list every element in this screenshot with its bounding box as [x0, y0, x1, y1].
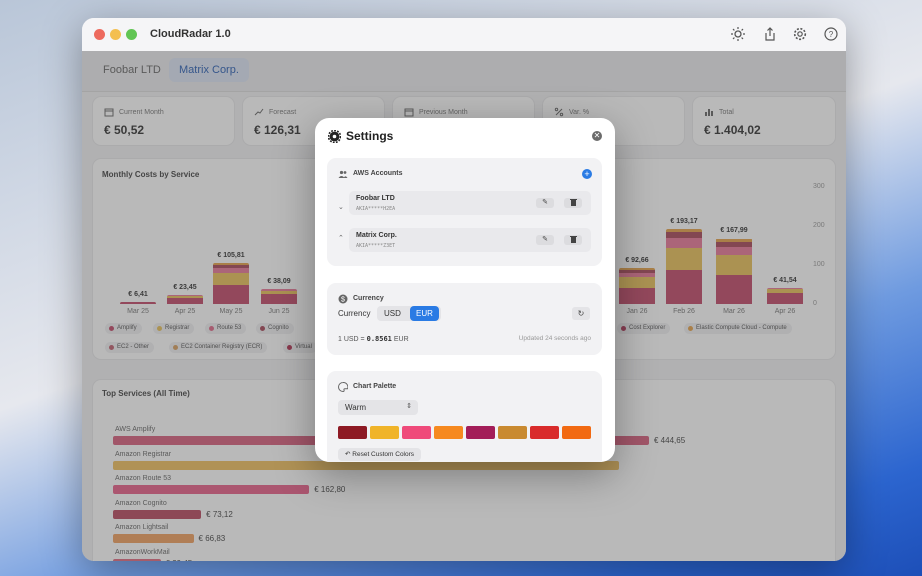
currency-label: Currency	[338, 309, 371, 318]
chevron-up-down-icon: ⇕	[406, 403, 412, 410]
svg-text:?: ?	[829, 30, 834, 39]
app-title: CloudRadar 1.0	[150, 28, 231, 40]
settings-dialog: Settings ✕ AWS Accounts + ⌄ Foobar LTD A…	[315, 118, 615, 462]
help-icon[interactable]: ?	[823, 26, 839, 42]
palette-select[interactable]: Warm ⇕	[338, 400, 418, 415]
trash-icon	[569, 199, 577, 206]
users-icon	[338, 170, 348, 178]
palette-icon	[338, 382, 348, 392]
reset-custom-colors-button[interactable]: ↶ Reset Custom Colors	[338, 448, 422, 461]
share-icon[interactable]	[762, 26, 778, 42]
settings-title: Settings	[346, 129, 394, 143]
currency-icon: $	[338, 294, 348, 304]
minimize-window-button[interactable]	[110, 29, 121, 40]
chart-palette-title: Chart Palette	[353, 383, 397, 390]
currency-option-usd[interactable]: USD	[378, 306, 407, 321]
edit-account-button[interactable]: ✎	[536, 235, 554, 245]
account-key: AKIA*****H2EA	[356, 206, 396, 212]
chart-palette-section: Chart Palette Warm ⇕ ↶ Reset Custom Colo…	[327, 371, 602, 462]
gear-icon	[328, 130, 341, 143]
rate-prefix: 1 USD =	[338, 336, 365, 343]
palette-select-value: Warm	[345, 403, 367, 412]
palette-swatch[interactable]	[434, 426, 463, 439]
palette-swatch[interactable]	[466, 426, 495, 439]
add-account-button[interactable]: +	[582, 169, 592, 179]
delete-account-button[interactable]	[564, 198, 582, 208]
account-row-foobar[interactable]: Foobar LTD AKIA*****H2EA ✎	[349, 191, 591, 215]
edit-account-button[interactable]: ✎	[536, 198, 554, 208]
refresh-rate-button[interactable]: ↻	[572, 307, 590, 320]
svg-text:$: $	[341, 297, 345, 304]
palette-swatch[interactable]	[402, 426, 431, 439]
account-name: Foobar LTD	[356, 195, 395, 202]
delete-account-button[interactable]	[564, 235, 582, 245]
gear-icon[interactable]	[792, 26, 808, 42]
refresh-icon: ↻	[577, 309, 585, 318]
palette-swatch[interactable]	[562, 426, 591, 439]
palette-swatch[interactable]	[370, 426, 399, 439]
account-key: AKIA*****Z3ET	[356, 243, 396, 249]
rate-unit: EUR	[393, 336, 409, 343]
chevron-up-icon[interactable]: ⌃	[338, 234, 344, 242]
close-window-button[interactable]	[94, 29, 105, 40]
palette-swatch[interactable]	[530, 426, 559, 439]
reset-label: Reset Custom Colors	[352, 451, 415, 458]
zoom-window-button[interactable]	[126, 29, 137, 40]
currency-title: Currency	[353, 295, 384, 302]
close-settings-button[interactable]: ✕	[592, 131, 602, 141]
chevron-down-icon[interactable]: ⌄	[338, 203, 344, 211]
trash-icon	[569, 236, 577, 243]
account-row-matrix[interactable]: Matrix Corp. AKIA*****Z3ET ✎	[349, 228, 591, 252]
title-bar: CloudRadar 1.0 ?	[82, 18, 846, 51]
palette-swatch[interactable]	[498, 426, 527, 439]
palette-swatch[interactable]	[338, 426, 367, 439]
undo-icon: ↶	[345, 451, 351, 458]
account-name: Matrix Corp.	[356, 232, 397, 239]
currency-option-eur[interactable]: EUR	[410, 306, 439, 321]
exchange-rate-text: 1 USD = 0.8561 EUR	[338, 335, 409, 343]
rate-value: 0.8561	[366, 335, 392, 343]
sun-icon[interactable]	[730, 26, 746, 42]
currency-section: $ Currency Currency USD EUR ↻ 1 USD = 0.…	[327, 283, 602, 355]
aws-accounts-section: AWS Accounts + ⌄ Foobar LTD AKIA*****H2E…	[327, 158, 602, 266]
rate-updated-text: Updated 24 seconds ago	[518, 335, 591, 342]
aws-accounts-title: AWS Accounts	[353, 170, 403, 177]
